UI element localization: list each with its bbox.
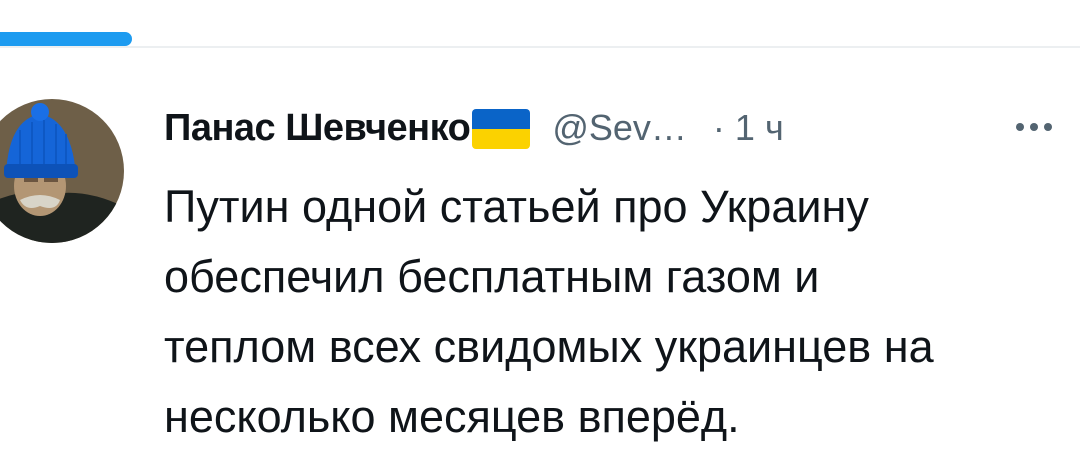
avatar-image [0, 99, 124, 243]
tweet-text-line: теплом всех свидомых украинцев на [164, 321, 934, 372]
tweet-header: Панас Шевченко @Sev… · 1 ч [164, 98, 784, 158]
tweet-text-line: несколько месяцев вперёд. [164, 391, 740, 442]
ukraine-flag-icon [472, 109, 531, 149]
author-handle[interactable]: @Sev… [552, 107, 687, 149]
tweet-timestamp[interactable]: 1 ч [735, 107, 784, 149]
avatar[interactable] [0, 90, 124, 252]
tweet-text-line: Путин одной статьей про Украину [164, 181, 869, 232]
top-divider [0, 46, 1080, 48]
tweet-text: Путин одной статьей про Украину обеспечи… [164, 172, 1069, 452]
active-tab-indicator [0, 32, 132, 46]
tweet-page: Панас Шевченко @Sev… · 1 ч Путин одной с… [0, 0, 1080, 452]
more-options-button[interactable] [1006, 112, 1062, 142]
more-horizontal-icon [1016, 123, 1024, 131]
tweet-text-line: обеспечил бесплатным газом и [164, 251, 820, 302]
header-separator: · [712, 107, 725, 148]
author-display-name[interactable]: Панас Шевченко [164, 107, 471, 150]
